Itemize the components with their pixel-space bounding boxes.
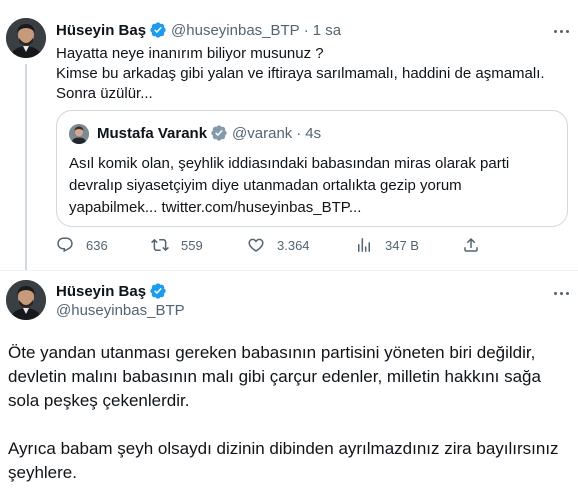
reply-icon	[57, 237, 73, 253]
tweet-text-line: Kimse bu arkadaş gibi yalan ve iftiraya …	[56, 65, 545, 82]
tweet-1[interactable]: Hüseyin Baş @huseyinbas_BTP · 1 sa Hayat…	[0, 0, 578, 270]
tweet-text-line: Sonra üzülür...	[56, 85, 153, 102]
tweet-text-line: Öte yandan utanması gereken babasının pa…	[8, 343, 536, 362]
author-handle[interactable]: @huseyinbas_BTP	[56, 302, 185, 319]
quoted-tweet[interactable]: Mustafa Varank @varank · 4s Asıl komik o…	[56, 110, 568, 227]
tweet-text-line: Ayrıca babam şeyh olsaydı dizinin dibind…	[8, 439, 559, 458]
quoted-avatar[interactable]	[69, 124, 89, 144]
quoted-text-line: yapabilmek... twitter.com/huseyinbas_BTP…	[69, 199, 362, 216]
verified-badge-icon[interactable]	[149, 282, 167, 300]
like-count: 3.364	[277, 237, 310, 253]
tweet-text-line	[8, 413, 559, 437]
tweet-text-line: Hayatta neye inanırım biliyor musunuz ?	[56, 45, 324, 62]
tweet-actions: 636 559 3.364 347 B	[56, 236, 568, 256]
quoted-tweet-time[interactable]: 4s	[305, 125, 321, 142]
tweet-header: Hüseyin Baş @huseyinbas_BTP · 1 sa	[56, 21, 341, 39]
separator-dot: ·	[303, 21, 309, 39]
tweet-text: Hayatta neye inanırım biliyor musunuz ? …	[56, 44, 545, 104]
quoted-tweet-header: Mustafa Varank @varank · 4s	[97, 124, 321, 142]
quoted-tweet-text: Asıl komik olan, şeyhlik iddiasındaki ba…	[69, 153, 509, 219]
more-options-icon[interactable]	[550, 284, 572, 302]
retweet-button[interactable]: 559	[151, 236, 203, 254]
author-name[interactable]: Hüseyin Baş	[56, 283, 146, 300]
verified-badge-icon[interactable]	[149, 21, 167, 39]
avatar-photo-icon	[6, 18, 46, 58]
quoted-avatar-photo-icon	[69, 124, 89, 144]
retweet-icon	[151, 238, 169, 252]
retweet-count: 559	[181, 237, 203, 253]
tweet-text-line: şeyhlere.	[8, 463, 77, 482]
views-button[interactable]: 347 B	[355, 236, 419, 254]
tweet-text: Öte yandan utanması gereken babasının pa…	[8, 341, 559, 485]
separator-dot: ·	[296, 124, 302, 142]
reply-button[interactable]: 636	[56, 236, 108, 254]
like-button[interactable]: 3.364	[247, 236, 310, 254]
author-handle[interactable]: @huseyinbas_BTP	[171, 22, 300, 39]
avatar[interactable]	[6, 18, 46, 58]
tweet-handle-row: @huseyinbas_BTP	[56, 302, 185, 319]
quoted-text-line: devralıp siyasetçiyim diye utanmadan ort…	[69, 177, 462, 194]
tweet-time[interactable]: 1 sa	[313, 22, 341, 39]
share-button[interactable]	[462, 236, 480, 254]
views-icon	[358, 238, 370, 252]
avatar[interactable]	[6, 280, 46, 320]
more-options-icon[interactable]	[550, 22, 572, 40]
verified-badge-icon[interactable]	[210, 124, 228, 142]
tweet-divider	[0, 270, 578, 271]
quoted-author-handle[interactable]: @varank	[232, 125, 292, 142]
tweet-header: Hüseyin Baş	[56, 282, 171, 300]
like-icon	[248, 238, 264, 252]
author-name[interactable]: Hüseyin Baş	[56, 22, 146, 39]
quoted-text-line: Asıl komik olan, şeyhlik iddiasındaki ba…	[69, 155, 510, 172]
tweet-text-line: devletin malını babasının malı gibi çarç…	[8, 367, 541, 386]
share-icon	[464, 237, 478, 252]
tweet-text-line: sola peşkeş çekenlerdir.	[8, 391, 190, 410]
quoted-author-name[interactable]: Mustafa Varank	[97, 125, 207, 142]
thread-connector-line	[25, 64, 27, 270]
avatar-photo-icon	[6, 280, 46, 320]
views-count: 347 B	[385, 237, 419, 253]
reply-count: 636	[86, 237, 108, 253]
